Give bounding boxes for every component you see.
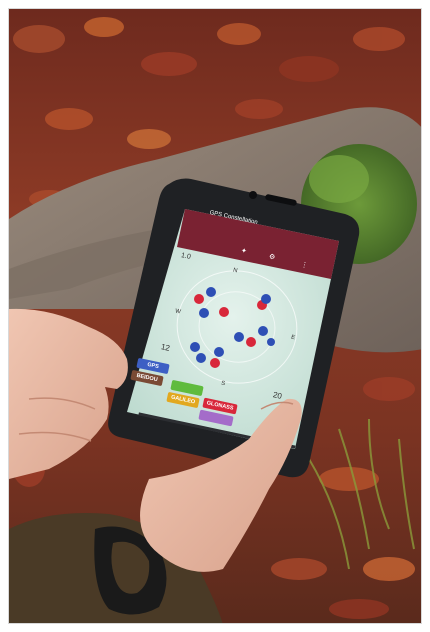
- readout-bottom-right: 20: [272, 390, 283, 401]
- scene: [9, 9, 421, 623]
- readout-mid-left: 12: [160, 342, 171, 353]
- photo-frame: GPS Constellation 1.0 N W E S 12 20 GPS …: [8, 8, 422, 624]
- compass-west: W: [174, 308, 182, 316]
